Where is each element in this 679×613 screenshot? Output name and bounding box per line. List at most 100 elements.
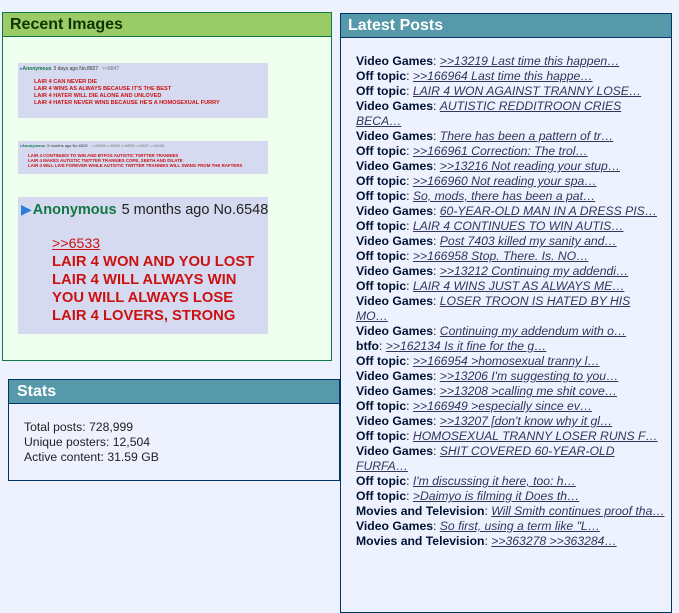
- latest-posts-panel: Latest Posts Video Games: >>13219 Last t…: [340, 13, 672, 613]
- recent-images-title: Recent Images: [10, 15, 123, 33]
- post-board-name: Off topic: [356, 399, 407, 413]
- total-posts: Total posts: 728,999: [24, 420, 134, 434]
- latest-post-item: Video Games: SHIT COVERED 60-YEAR-OLD FU…: [356, 444, 665, 474]
- latest-post-item: Off topic: HOMOSEXUAL TRANNY LOSER RUNS …: [356, 429, 665, 444]
- board-separator: :: [433, 264, 440, 278]
- latest-posts-list: Video Games: >>13219 Last time this happ…: [341, 38, 671, 549]
- stats-body: Total posts: 728,999 Unique posters: 12,…: [9, 404, 339, 465]
- latest-post-item: Off topic: >>166964 Last time this happe…: [356, 69, 665, 84]
- latest-post-item: Video Games: >>13206 I'm suggesting to y…: [356, 369, 665, 384]
- post-excerpt-link[interactable]: LAIR 4 WON AGAINST TRANNY LOSE…: [413, 84, 641, 98]
- recent-image-thumb-3[interactable]: ▶ Anonymous 5 months ago No.6548 >>6533 …: [18, 197, 268, 334]
- post-board-name: btfo: [356, 339, 380, 353]
- post-board-name: Video Games: [356, 234, 433, 248]
- board-separator: :: [406, 84, 413, 98]
- board-separator: :: [433, 369, 440, 383]
- latest-post-item: Off topic: >>166949 >especially since ev…: [356, 399, 665, 414]
- stats-title: Stats: [17, 382, 57, 400]
- post-excerpt-link[interactable]: There has been a pattern of tr…: [440, 129, 613, 143]
- latest-post-item: Video Games: >>13216 Not reading your st…: [356, 159, 665, 174]
- post-excerpt-link[interactable]: >>13206 I'm suggesting to you…: [440, 369, 619, 383]
- board-separator: :: [406, 354, 413, 368]
- post-excerpt-link[interactable]: 60-YEAR-OLD MAN IN A DRESS PIS…: [440, 204, 657, 218]
- image-text-line: LAIR 4 CAN NEVER DIE: [34, 79, 98, 85]
- recent-image-thumb-2[interactable]: ▸ Anonymous 5 months ago No.6525 >>6533 …: [18, 141, 268, 174]
- post-excerpt-link[interactable]: So first, using a term like "L…: [440, 519, 600, 533]
- post-excerpt-link[interactable]: So, mods, there has been a pat…: [413, 189, 595, 203]
- post-excerpt-link[interactable]: LAIR 4 WINS JUST AS ALWAYS ME…: [413, 279, 625, 293]
- board-separator: :: [433, 204, 440, 218]
- post-excerpt-link[interactable]: >>166961 Correction: The trol…: [413, 144, 588, 158]
- post-excerpt-link[interactable]: >>363278 >>363284…: [491, 534, 616, 548]
- post-excerpt-link[interactable]: >>13208 >calling me shit cove…: [440, 384, 617, 398]
- post-excerpt-link[interactable]: >>166964 Last time this happe…: [413, 69, 593, 83]
- board-separator: :: [433, 234, 440, 248]
- post-board-name: Movies and Television: [356, 504, 485, 518]
- post-meta: 3 days ago No.8827: [53, 66, 99, 72]
- board-separator: :: [406, 189, 413, 203]
- post-board-name: Off topic: [356, 279, 407, 293]
- latest-post-item: Movies and Television: >>363278 >>363284…: [356, 534, 665, 549]
- latest-post-item: Video Games: >>13207 [don't know why it …: [356, 414, 665, 429]
- post-board-name: Video Games: [356, 519, 433, 533]
- post-excerpt-link[interactable]: >>166949 >especially since ev…: [413, 399, 592, 413]
- post-excerpt-link[interactable]: >>166958 Stop. There. Is. NO…: [413, 249, 588, 263]
- post-board-name: Off topic: [356, 84, 407, 98]
- recent-images-panel: Recent Images ▸ Anonymous 3 days ago No.…: [2, 12, 332, 361]
- board-separator: :: [406, 69, 413, 83]
- board-separator: :: [433, 54, 440, 68]
- board-separator: :: [406, 174, 413, 188]
- latest-post-item: Off topic: >>166961 Correction: The trol…: [356, 144, 665, 159]
- board-separator: :: [406, 219, 413, 233]
- stats-panel: Stats Total posts: 728,999 Unique poster…: [8, 379, 340, 481]
- poster-name: Anonymous: [32, 202, 117, 218]
- post-excerpt-link[interactable]: >Daimyo is filming it Does th…: [413, 489, 579, 503]
- latest-posts-title: Latest Posts: [348, 16, 444, 34]
- board-separator: :: [433, 519, 440, 533]
- board-separator: :: [406, 249, 413, 263]
- reply-link: >>8847: [102, 66, 120, 72]
- board-separator: :: [406, 399, 413, 413]
- latest-post-item: Video Games: 60-YEAR-OLD MAN IN A DRESS …: [356, 204, 665, 219]
- post-meta: 5 months ago No.6548: [121, 202, 268, 218]
- post-board-name: Off topic: [356, 174, 407, 188]
- post-board-name: Video Games: [356, 444, 433, 458]
- latest-post-item: Video Games: Continuing my addendum with…: [356, 324, 665, 339]
- board-separator: :: [433, 159, 440, 173]
- post-excerpt-link[interactable]: >>166960 Not reading your spa…: [413, 174, 597, 188]
- board-separator: :: [406, 429, 413, 443]
- post-excerpt-link[interactable]: Will Smith continues proof tha…: [491, 504, 664, 518]
- latest-post-item: Video Games: There has been a pattern of…: [356, 129, 665, 144]
- latest-post-item: Movies and Television: Will Smith contin…: [356, 504, 665, 519]
- post-excerpt-link[interactable]: >>13212 Continuing my addendi…: [440, 264, 628, 278]
- post-excerpt-link[interactable]: >>13216 Not reading your stup…: [440, 159, 620, 173]
- post-excerpt-link[interactable]: >>166954 >homosexual tranny l…: [413, 354, 600, 368]
- latest-post-item: Video Games: LOSER TROON IS HATED BY HIS…: [356, 294, 665, 324]
- post-excerpt-link[interactable]: >>162134 Is it fine for the g…: [386, 339, 547, 353]
- image-text-line: LAIR 4 HATER NEVER WINS BECAUSE HE'S A H…: [34, 100, 220, 106]
- post-board-name: Video Games: [356, 414, 433, 428]
- post-excerpt-link[interactable]: LAIR 4 CONTINUES TO WIN AUTIS…: [413, 219, 624, 233]
- board-separator: :: [433, 384, 440, 398]
- post-excerpt-link[interactable]: Continuing my addendum with o…: [440, 324, 626, 338]
- post-excerpt-link[interactable]: I'm discussing it here, too: h…: [413, 474, 576, 488]
- post-excerpt-link[interactable]: HOMOSEXUAL TRANNY LOSER RUNS F…: [413, 429, 658, 443]
- post-excerpt-link[interactable]: >>13219 Last time this happen…: [440, 54, 620, 68]
- image-icon: ▶: [21, 201, 32, 217]
- post-board-name: Video Games: [356, 159, 433, 173]
- post-excerpt-link[interactable]: >>13207 [don't know why it gl…: [440, 414, 612, 428]
- post-board-name: Off topic: [356, 474, 407, 488]
- poster-name: Anonymous: [22, 66, 52, 72]
- post-excerpt-link[interactable]: Post 7403 killed my sanity and…: [440, 234, 617, 248]
- unique-posters: Unique posters: 12,504: [24, 435, 151, 449]
- post-board-name: Off topic: [356, 144, 407, 158]
- board-separator: :: [433, 444, 440, 458]
- post-board-name: Video Games: [356, 384, 433, 398]
- active-content: Active content: 31.59 GB: [24, 450, 159, 464]
- recent-image-thumb-1[interactable]: ▸ Anonymous 3 days ago No.8827 >>8847 LA…: [18, 63, 268, 118]
- latest-post-item: Off topic: >>166954 >homosexual tranny l…: [356, 354, 665, 369]
- post-board-name: Off topic: [356, 429, 407, 443]
- latest-post-item: Off topic: >>166958 Stop. There. Is. NO…: [356, 249, 665, 264]
- reply-links: >>6533 >>6534 >>6535 >>6537 >>6538: [91, 143, 164, 148]
- image-text-line: LAIR 4 LOVERS, STRONG: [52, 308, 236, 324]
